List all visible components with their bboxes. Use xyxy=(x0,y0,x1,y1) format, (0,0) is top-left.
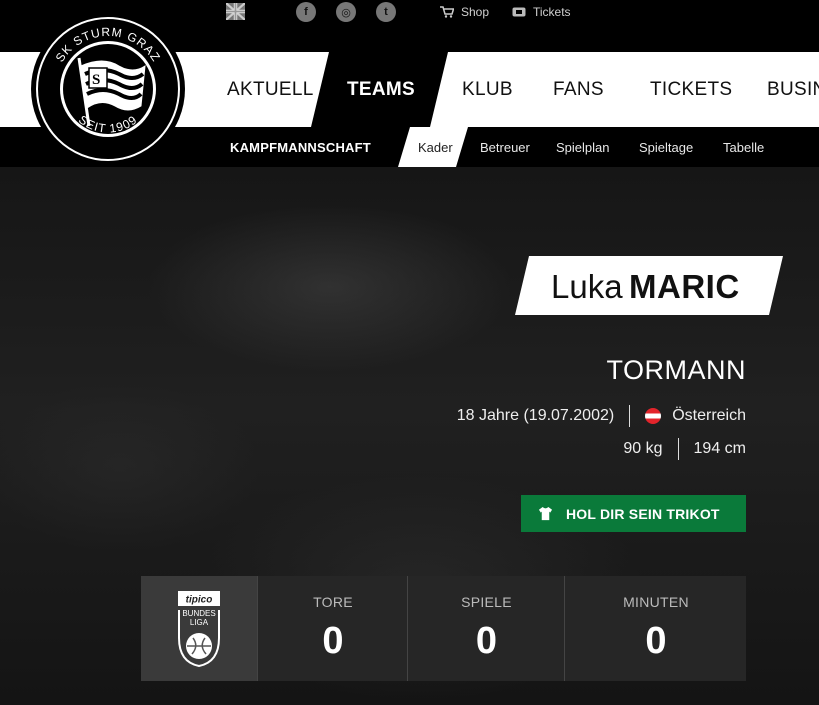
bundesliga-logo: tipico BUNDES LIGA xyxy=(141,576,257,681)
shirt-icon xyxy=(538,506,553,521)
stat-value: 0 xyxy=(645,620,667,662)
player-stats-panel: tipico BUNDES LIGA TORE 0 SPIELE 0 MINUT… xyxy=(141,576,746,681)
player-last-name: MARIC xyxy=(629,268,740,305)
divider xyxy=(629,405,631,427)
twitter-icon[interactable]: t xyxy=(376,2,396,22)
austria-flag-icon xyxy=(645,408,662,424)
stat-value: 0 xyxy=(322,620,344,662)
stat-value: 0 xyxy=(475,620,498,662)
subnav-item-spieltage[interactable]: Spieltage xyxy=(639,140,693,155)
ticket-icon xyxy=(512,7,526,17)
player-height: 194 cm xyxy=(693,440,746,457)
player-info-row-1: 18 Jahre (19.07.2002) Österreich xyxy=(457,405,746,427)
facebook-icon[interactable]: f xyxy=(296,2,316,22)
subnav-item-tabelle[interactable]: Tabelle xyxy=(723,140,764,155)
stat-minutes: MINUTEN 0 xyxy=(564,576,747,681)
buy-jersey-button[interactable]: HOL DIR SEIN TRIKOT xyxy=(521,495,746,532)
buy-jersey-label: HOL DIR SEIN TRIKOT xyxy=(566,505,720,522)
stat-games: SPIELE 0 xyxy=(407,576,565,681)
tickets-link[interactable]: Tickets xyxy=(512,5,571,19)
player-info-row-2: 90 kg 194 cm xyxy=(623,438,746,460)
tipico-text: tipico xyxy=(186,595,213,606)
nav-item-tickets[interactable]: TICKETS xyxy=(650,79,732,101)
stat-label: MINUTEN xyxy=(623,594,689,610)
subnav-title[interactable]: KAMPFMANNSCHAFT xyxy=(230,140,371,155)
stat-goals: TORE 0 xyxy=(257,576,408,681)
nav-item-teams[interactable]: TEAMS xyxy=(311,52,448,127)
subnav-item-betreuer[interactable]: Betreuer xyxy=(480,140,530,155)
subnav-item-kader[interactable]: Kader xyxy=(398,127,468,167)
player-weight: 90 kg xyxy=(623,440,663,457)
cart-icon xyxy=(440,6,454,18)
tickets-label: Tickets xyxy=(533,5,571,19)
divider xyxy=(677,438,679,460)
nav-item-business[interactable]: BUSIN xyxy=(767,79,819,101)
liga-text: LIGA xyxy=(190,618,209,627)
uk-flag-icon[interactable] xyxy=(226,3,245,20)
nav-item-fans[interactable]: FANS xyxy=(553,79,604,101)
bundesliga-icon: tipico BUNDES LIGA xyxy=(178,591,220,668)
club-crest-icon: SK STURM GRAZ SEIT 1909 S xyxy=(36,17,180,161)
nav-item-aktuell[interactable]: AKTUELL xyxy=(227,79,314,101)
player-position: TORMANN xyxy=(606,355,746,385)
nav-item-klub[interactable]: KLUB xyxy=(462,79,513,101)
bundes-text: BUNDES xyxy=(182,609,215,618)
stat-label: SPIELE xyxy=(461,594,512,610)
player-nationality: Österreich xyxy=(672,407,746,424)
stat-label: TORE xyxy=(313,594,353,610)
instagram-icon[interactable]: ◎ xyxy=(336,2,356,22)
player-first-name: Luka xyxy=(551,268,623,305)
shop-label: Shop xyxy=(461,5,490,19)
player-age-birth: 18 Jahre (19.07.2002) xyxy=(456,407,615,424)
shop-link[interactable]: Shop xyxy=(440,5,489,19)
club-logo[interactable]: SK STURM GRAZ SEIT 1909 S xyxy=(33,14,183,164)
subnav-item-spielplan[interactable]: Spielplan xyxy=(556,140,610,155)
svg-text:S: S xyxy=(92,72,100,88)
player-name-box: Luka MARIC xyxy=(515,256,783,315)
